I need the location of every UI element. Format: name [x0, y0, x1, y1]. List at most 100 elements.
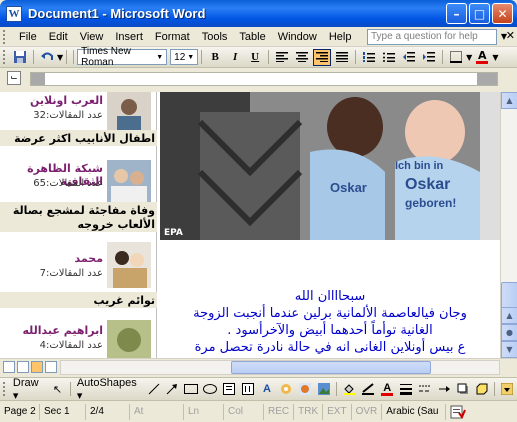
bullet-list-icon[interactable]: [380, 49, 398, 66]
line-style-icon[interactable]: [398, 381, 415, 398]
article-count: عدد المقالات:7: [39, 268, 103, 279]
chevron-down-icon[interactable]: ▼: [492, 53, 498, 62]
horizontal-scrollbar[interactable]: [60, 360, 500, 375]
font-size-select[interactable]: 12 ▼: [170, 49, 199, 65]
close-document-icon[interactable]: ✕: [506, 29, 515, 42]
oval-icon[interactable]: [202, 381, 219, 398]
decrease-indent-icon[interactable]: [400, 49, 418, 66]
bold-button[interactable]: B: [206, 49, 224, 66]
italic-button[interactable]: I: [226, 49, 244, 66]
draw-menu-button[interactable]: Draw ▾: [10, 377, 48, 402]
status-overtype[interactable]: OVR: [352, 403, 383, 420]
status-record[interactable]: REC: [264, 403, 295, 420]
text-box-icon[interactable]: [221, 381, 238, 398]
save-icon[interactable]: [11, 49, 29, 66]
insert-picture-icon[interactable]: [315, 381, 332, 398]
ruler-area: ⌙: [0, 68, 517, 92]
menu-edit[interactable]: Edit: [43, 31, 74, 43]
list-item[interactable]: محمد عدد المقالات:7 توائم غريب: [0, 242, 157, 312]
autoshapes-menu-button[interactable]: AutoShapes ▾: [74, 377, 144, 402]
select-objects-icon[interactable]: ↖: [49, 381, 66, 398]
horizontal-ruler[interactable]: [30, 72, 498, 86]
menu-insert[interactable]: Insert: [109, 31, 149, 43]
menu-window[interactable]: Window: [272, 31, 323, 43]
document-page[interactable]: العرب اونلاين عدد المقالات:32 اطفال الأن…: [0, 92, 500, 358]
list-item[interactable]: العرب اونلاين عدد المقالات:32 اطفال الأن…: [0, 92, 157, 156]
author-name[interactable]: محمد: [3, 252, 103, 265]
grip-handle[interactable]: [3, 50, 7, 64]
tab-selector-icon[interactable]: ⌙: [7, 71, 21, 85]
status-extend[interactable]: EXT: [323, 403, 352, 420]
align-left-icon[interactable]: [273, 49, 291, 66]
arrow-style-icon[interactable]: [435, 381, 452, 398]
close-button[interactable]: ✕: [492, 3, 513, 24]
menu-tools[interactable]: Tools: [196, 31, 234, 43]
grip-handle[interactable]: [3, 382, 7, 396]
font-color-icon[interactable]: A: [379, 381, 396, 398]
chevron-down-icon[interactable]: ▼: [57, 53, 63, 62]
article-title[interactable]: وفاة مفاجئة لمشجع بصالة الألعاب خروجه: [2, 204, 155, 232]
drawing-toolbar: Draw ▾ ↖ AutoShapes ▾ A A: [0, 377, 517, 402]
wordart-icon[interactable]: A: [258, 381, 275, 398]
numbered-list-icon[interactable]: [360, 49, 378, 66]
outside-border-icon[interactable]: [447, 49, 465, 66]
clip-art-icon[interactable]: [296, 381, 313, 398]
article-sidebar: العرب اونلاين عدد المقالات:32 اطفال الأن…: [0, 92, 157, 358]
author-name[interactable]: العرب اونلاين: [3, 94, 103, 107]
menu-view[interactable]: View: [74, 31, 110, 43]
normal-view-icon[interactable]: [3, 361, 15, 373]
align-right-icon[interactable]: [313, 48, 332, 66]
rectangle-icon[interactable]: [183, 381, 200, 398]
shadow-style-icon[interactable]: [454, 381, 471, 398]
justify-icon[interactable]: [333, 49, 351, 66]
underline-button[interactable]: U: [246, 49, 264, 66]
vertical-scrollbar[interactable]: ▲ ▲ ● ▼: [500, 92, 517, 358]
article-body[interactable]: سبحاااان الله وجان فيالعاصمة الألمانية ب…: [160, 288, 500, 356]
increase-indent-icon[interactable]: [420, 49, 438, 66]
fill-color-icon[interactable]: [341, 381, 358, 398]
maximize-button[interactable]: □: [469, 3, 490, 24]
grip-handle[interactable]: [3, 29, 7, 44]
font-color-icon[interactable]: A: [473, 49, 491, 66]
print-layout-icon[interactable]: [31, 361, 43, 373]
3d-style-icon[interactable]: [473, 381, 490, 398]
list-item[interactable]: شبكة الظاهرة الثقافية عدد المقالات:65 وف…: [0, 158, 157, 240]
photo-credit: EPA: [164, 228, 183, 238]
outline-view-icon[interactable]: [45, 361, 57, 373]
previous-page-icon[interactable]: ▲: [501, 307, 517, 324]
toolbar-options-icon[interactable]: [499, 381, 516, 398]
article-count: عدد المقالات:32: [33, 110, 103, 121]
status-track-changes[interactable]: TRK: [294, 403, 324, 420]
scroll-up-icon[interactable]: ▲: [501, 92, 517, 109]
menu-format[interactable]: Format: [149, 31, 196, 43]
article-title[interactable]: اطفال الأنابيب اكثر عرضة: [2, 132, 155, 145]
chevron-down-icon: ▼: [187, 53, 195, 61]
word-icon[interactable]: W: [6, 5, 22, 22]
status-language[interactable]: Arabic (Sau: [382, 403, 447, 420]
window-title: Document1 - Microsoft Word: [28, 6, 206, 21]
minimize-button[interactable]: –: [446, 3, 467, 24]
undo-icon[interactable]: [38, 49, 56, 66]
article-title[interactable]: توائم غريب: [2, 294, 155, 307]
vertical-text-box-icon[interactable]: [240, 381, 257, 398]
web-layout-icon[interactable]: [17, 361, 29, 373]
spelling-status-icon[interactable]: [446, 404, 470, 420]
dash-style-icon[interactable]: [417, 381, 434, 398]
line-color-icon[interactable]: [360, 381, 377, 398]
list-item[interactable]: ابراهيم عبدالله عدد المقالات:4: [0, 316, 157, 358]
menu-file[interactable]: File: [13, 31, 43, 43]
browse-object-icon[interactable]: ●: [501, 324, 517, 341]
help-search-input[interactable]: Type a question for help: [367, 29, 497, 45]
align-center-icon[interactable]: [293, 49, 311, 66]
line-icon[interactable]: [145, 381, 162, 398]
menu-table[interactable]: Table: [233, 31, 271, 43]
chevron-down-icon[interactable]: ▼: [466, 53, 472, 62]
diagram-icon[interactable]: [277, 381, 294, 398]
scroll-thumb[interactable]: [231, 361, 431, 374]
font-name-select[interactable]: Times New Roman ▼: [77, 46, 168, 68]
horizontal-scrollbar-area: [0, 358, 517, 375]
author-name[interactable]: ابراهيم عبدالله: [3, 324, 103, 337]
next-page-icon[interactable]: ▼: [501, 341, 517, 358]
arrow-icon[interactable]: [164, 381, 181, 398]
menu-help[interactable]: Help: [323, 31, 358, 43]
